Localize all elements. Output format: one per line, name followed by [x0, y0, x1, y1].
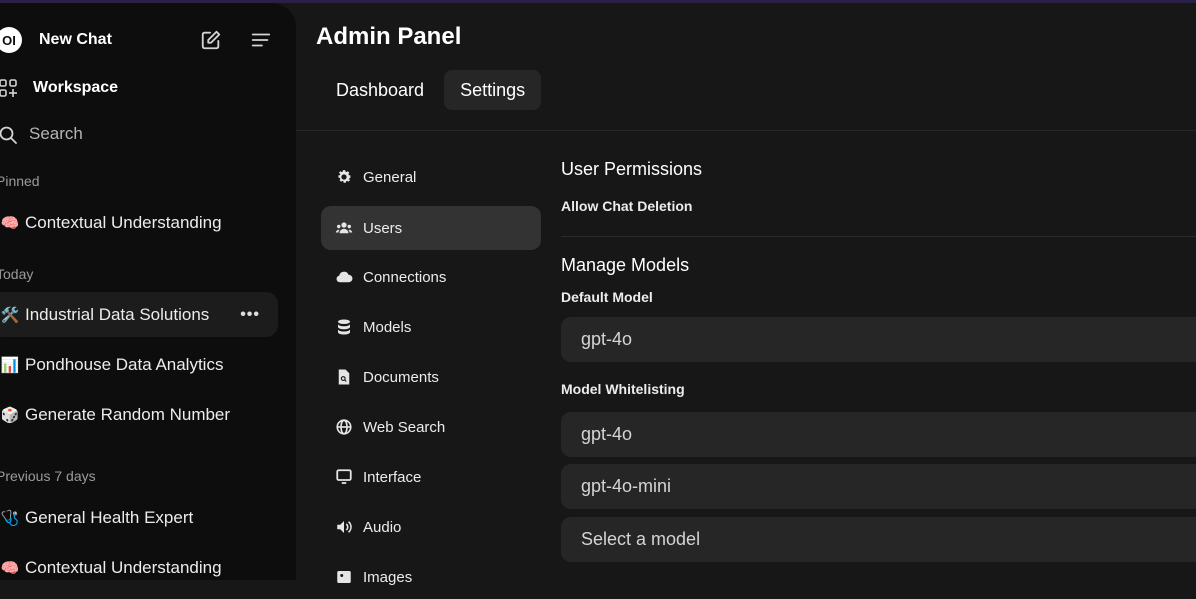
tools-icon: 🛠️ — [0, 306, 20, 324]
settings-nav-models[interactable]: Models — [321, 305, 541, 349]
group-label-previous-7-days: Previous 7 days — [0, 468, 96, 484]
whitelist-model-select[interactable]: gpt-4o-mini — [561, 464, 1196, 509]
workspace-grid-icon — [0, 78, 18, 103]
allow-chat-deletion-label: Allow Chat Deletion — [561, 198, 693, 214]
new-chat-button[interactable] — [198, 27, 224, 53]
whitelist-model-select[interactable]: gpt-4o — [561, 412, 1196, 457]
sidebar: OI New Chat Workspace Search Pinned 🧠 Co… — [0, 3, 296, 580]
more-options-icon[interactable]: ••• — [240, 306, 260, 324]
admin-tabs: Dashboard Settings — [320, 70, 542, 110]
settings-nav-interface[interactable]: Interface — [321, 455, 541, 499]
chat-item[interactable]: 📊 Pondhouse Data Analytics — [0, 342, 278, 387]
search-icon — [0, 125, 18, 150]
sidebar-menu-button[interactable] — [248, 27, 274, 53]
bar-chart-icon: 📊 — [0, 356, 20, 374]
settings-nav-documents[interactable]: Documents — [321, 355, 541, 399]
page-title: Admin Panel — [316, 23, 462, 50]
image-icon — [335, 568, 353, 586]
search-input[interactable]: Search — [29, 124, 83, 144]
settings-nav-general[interactable]: General — [321, 155, 541, 199]
section-divider — [561, 236, 1196, 237]
stethoscope-icon: 🩺 — [0, 509, 20, 527]
chat-title: Generate Random Number — [25, 404, 231, 424]
app-logo[interactable]: OI — [0, 27, 22, 53]
default-model-label: Default Model — [561, 289, 653, 305]
settings-nav-audio[interactable]: Audio — [321, 505, 541, 549]
settings-nav-images[interactable]: Images — [321, 555, 541, 599]
chat-title: Contextual Understanding — [25, 557, 222, 577]
settings-nav-label: Users — [363, 219, 403, 237]
workspace-link[interactable]: Workspace — [33, 79, 118, 97]
settings-nav-label: Interface — [363, 468, 422, 486]
globe-icon — [335, 418, 353, 436]
users-icon — [335, 219, 353, 237]
settings-nav-label: Models — [363, 318, 412, 336]
new-chat-link[interactable]: New Chat — [39, 31, 112, 49]
settings-nav-users[interactable]: Users — [321, 206, 541, 250]
group-label-today: Today — [0, 266, 34, 282]
chat-item[interactable]: 🧠 Contextual Understanding — [0, 545, 278, 590]
settings-nav-web-search[interactable]: Web Search — [321, 405, 541, 449]
model-whitelisting-label: Model Whitelisting — [561, 381, 685, 397]
monitor-icon — [335, 468, 353, 486]
brain-icon: 🧠 — [0, 559, 20, 577]
settings-nav-label: Images — [363, 568, 413, 586]
default-model-select[interactable]: gpt-4o — [561, 317, 1196, 362]
database-icon — [335, 318, 353, 336]
gear-icon — [335, 168, 353, 186]
settings-nav-label: Audio — [363, 518, 402, 536]
chat-title: Contextual Understanding — [25, 212, 222, 232]
settings-nav-label: Connections — [363, 268, 447, 286]
settings-nav-label: Web Search — [363, 418, 446, 436]
add-whitelist-model-select[interactable]: Select a model — [561, 517, 1196, 562]
settings-nav-connections[interactable]: Connections — [321, 255, 541, 299]
document-search-icon — [335, 368, 353, 386]
speaker-icon — [335, 518, 353, 536]
menu-lines-icon — [251, 33, 271, 47]
admin-panel: Admin Panel Dashboard Settings General U… — [296, 3, 1196, 586]
chat-item[interactable]: 🎲 Generate Random Number — [0, 392, 278, 437]
chat-title: Industrial Data Solutions — [25, 304, 210, 324]
pencil-square-icon — [201, 30, 221, 50]
header-divider — [296, 130, 1196, 131]
manage-models-title: Manage Models — [561, 255, 690, 275]
chat-item-active[interactable]: 🛠️ Industrial Data Solutions ••• — [0, 292, 278, 337]
settings-nav-label: General — [363, 168, 417, 186]
dice-icon: 🎲 — [0, 406, 20, 424]
settings-nav-label: Documents — [363, 368, 439, 386]
tab-settings[interactable]: Settings — [444, 70, 542, 110]
chat-title: General Health Expert — [25, 507, 194, 527]
chat-item[interactable]: 🧠 Contextual Understanding — [0, 200, 278, 245]
group-label-pinned: Pinned — [0, 173, 40, 189]
cloud-icon — [335, 268, 353, 286]
user-permissions-title: User Permissions — [561, 159, 703, 179]
brain-icon: 🧠 — [0, 214, 20, 232]
chat-item[interactable]: 🩺 General Health Expert — [0, 495, 278, 540]
chat-title: Pondhouse Data Analytics — [25, 354, 224, 374]
tab-dashboard[interactable]: Dashboard — [320, 70, 440, 110]
